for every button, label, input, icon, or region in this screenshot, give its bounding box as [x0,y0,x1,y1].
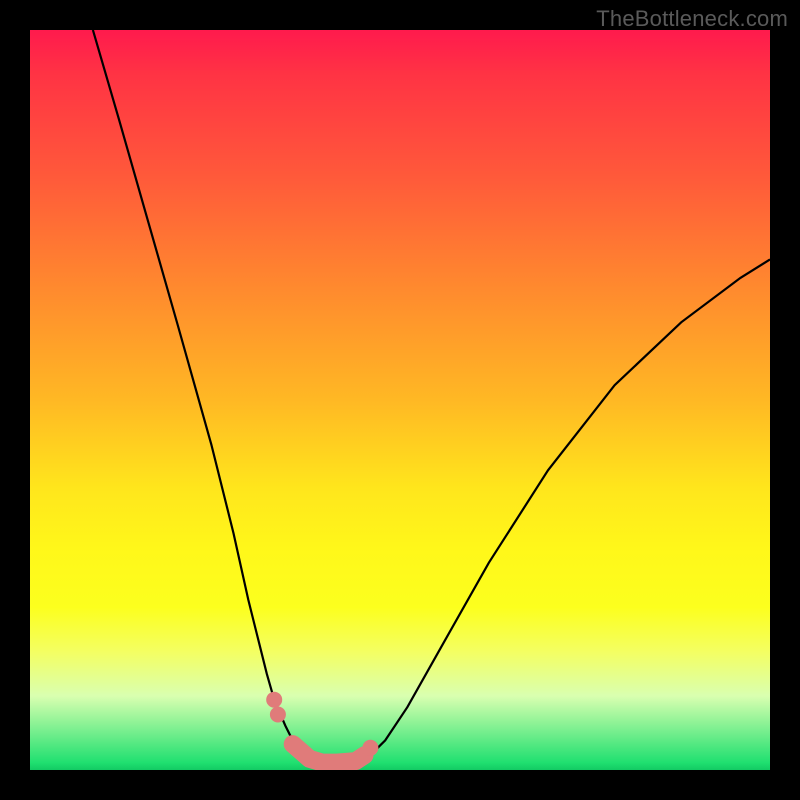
chart-frame: TheBottleneck.com [0,0,800,800]
plot-area [30,30,770,770]
marker-dot [266,692,282,708]
marker-dot [270,707,286,723]
chart-svg [30,30,770,770]
valley-highlight [293,744,365,763]
marker-dot [362,740,378,756]
watermark-label: TheBottleneck.com [596,6,788,32]
bottleneck-curve [93,30,770,763]
